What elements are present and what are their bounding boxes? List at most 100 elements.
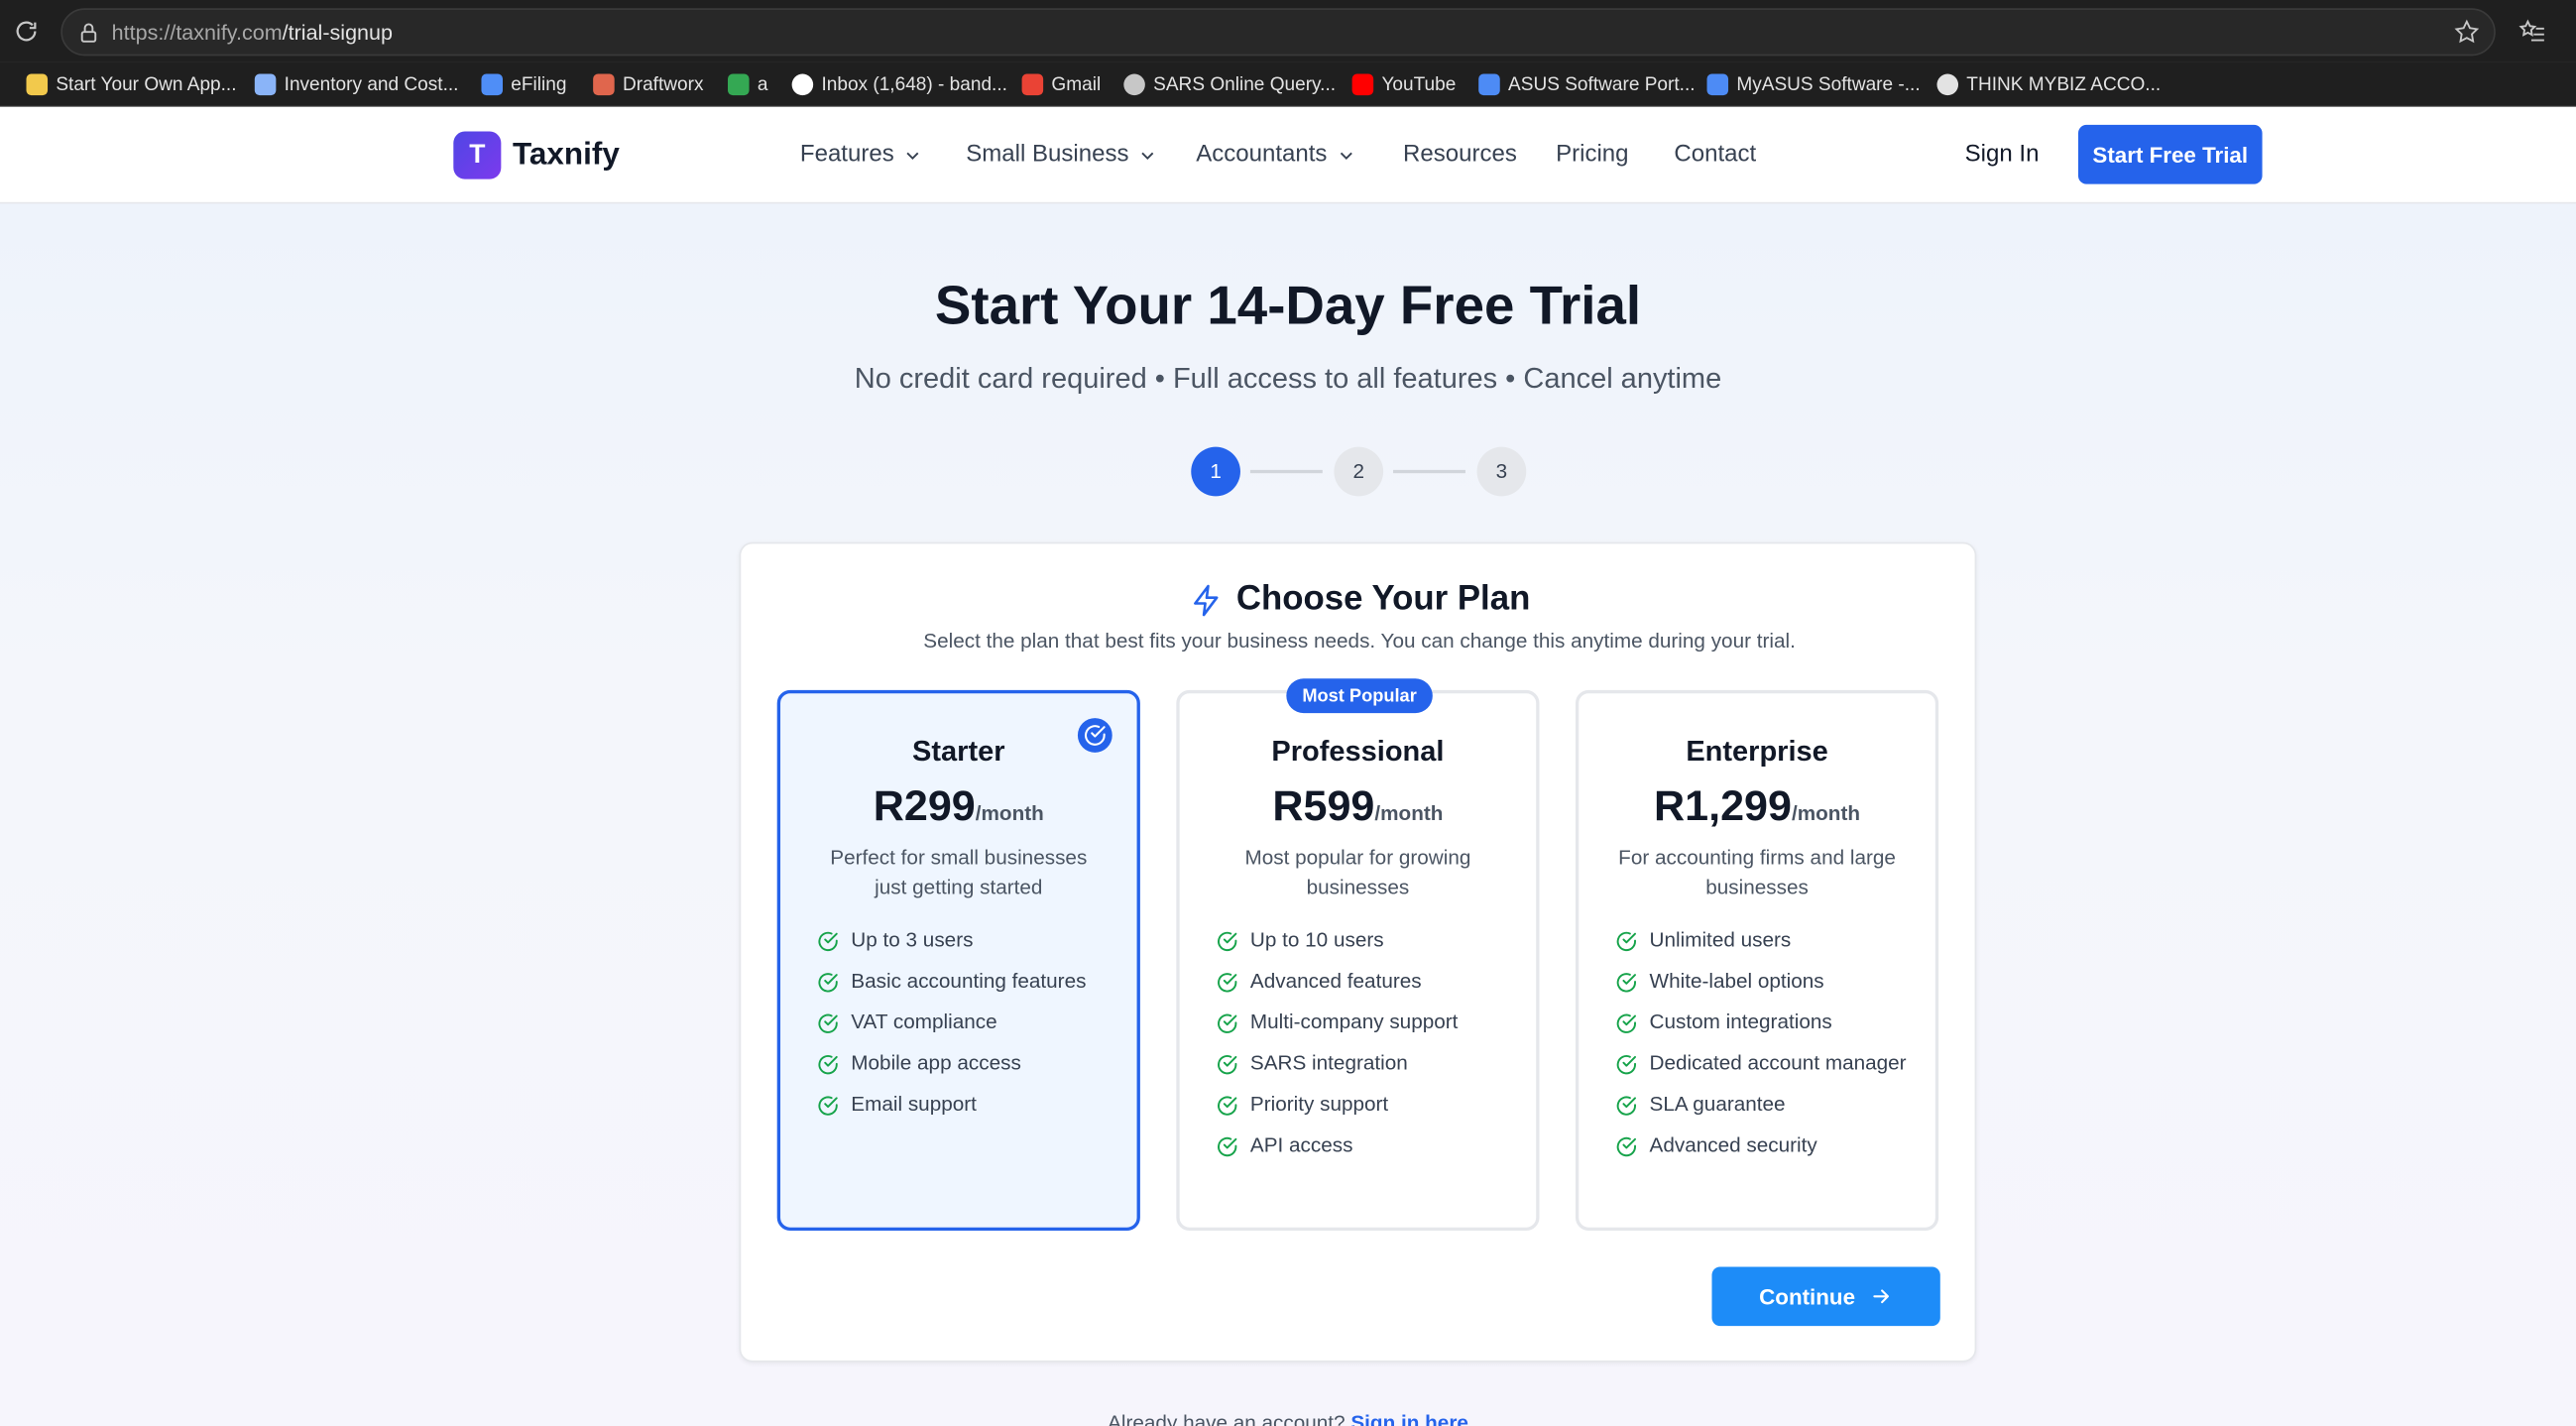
feature-label: Email support — [851, 1092, 977, 1117]
nav-item-contact[interactable]: Contact — [1674, 141, 1756, 168]
nav-item-resources[interactable]: Resources — [1403, 141, 1517, 168]
step-2: 2 — [1334, 446, 1384, 497]
bookmark-item[interactable]: a — [728, 70, 767, 98]
feature-item: Multi-company support — [1216, 1009, 1513, 1036]
google-favicon — [791, 73, 814, 96]
bookmark-item[interactable]: Gmail — [1021, 70, 1102, 98]
card-title-text: Choose Your Plan — [1235, 579, 1531, 618]
reading-list-icon[interactable] — [2518, 18, 2546, 46]
feature-label: Up to 10 users — [1249, 928, 1384, 952]
feature-label: Basic accounting features — [851, 969, 1087, 993]
bookmark-item[interactable]: ASUS Software Port... — [1478, 70, 1696, 98]
plan-description: For accounting firms and large businesse… — [1618, 846, 1896, 899]
feature-label: Priority support — [1249, 1092, 1389, 1117]
reload-icon[interactable] — [13, 18, 40, 45]
most-popular-badge: Most Popular — [1286, 678, 1433, 714]
feature-list: Unlimited users White-label options Custom… — [1615, 926, 1913, 1173]
url-text: https://taxnify.com/trial-signup — [111, 19, 393, 45]
check-circle-icon — [1218, 972, 1237, 992]
check-circle-icon — [1218, 1012, 1237, 1033]
plan-option-starter[interactable]: Starter R299/month Perfect for small busin… — [776, 689, 1140, 1232]
feature-item: Custom integrations — [1615, 1009, 1913, 1036]
bookmark-label: Start Your Own App... — [56, 74, 237, 95]
bookmark-star-icon[interactable] — [2453, 18, 2481, 46]
nav-item-features[interactable]: Features — [800, 141, 922, 168]
bookmark-label: eFiling — [511, 74, 567, 95]
bookmark-item[interactable]: Draftworx — [593, 70, 703, 98]
signin-prompt-text: Already have an account? — [1108, 1411, 1346, 1426]
bookmark-label: Inbox (1,648) - band... — [821, 74, 1007, 95]
bookmark-item[interactable]: Inventory and Cost... — [254, 70, 458, 98]
plan-option-enterprise[interactable]: Enterprise R1,299/month For accounting fir… — [1575, 689, 1939, 1232]
chevron-down-icon — [1340, 151, 1352, 160]
plan-description: Perfect for small businesses just gettin… — [830, 846, 1088, 899]
nav-item-small-business[interactable]: Small Business — [966, 141, 1156, 168]
brand-name[interactable]: Taxnify — [513, 138, 620, 174]
check-circle-icon — [1218, 1136, 1237, 1156]
nav-item-label: Accountants — [1196, 141, 1328, 169]
price-amount: R1,299 — [1654, 780, 1792, 830]
myasus-favicon — [1706, 73, 1729, 96]
nav-item-pricing[interactable]: Pricing — [1556, 141, 1628, 168]
bookmark-item[interactable]: Inbox (1,648) - band... — [791, 70, 1007, 98]
bookmark-label: MyASUS Software -... — [1736, 74, 1921, 95]
bookmark-item[interactable]: MyASUS Software -... — [1706, 70, 1921, 98]
price-period: /month — [1374, 801, 1444, 825]
feature-label: Dedicated account manager — [1649, 1051, 1907, 1075]
address-bar[interactable]: https://taxnify.com/trial-signup — [60, 8, 2496, 57]
feature-label: VAT compliance — [851, 1010, 997, 1034]
globe-favicon — [1123, 73, 1145, 96]
plan-option-professional[interactable]: Most Popular Professional R599/month Most p… — [1176, 678, 1540, 1232]
step-connector — [1249, 469, 1323, 474]
feature-label: Mobile app access — [851, 1051, 1021, 1075]
feature-label: Unlimited users — [1649, 928, 1792, 952]
price-period: /month — [975, 801, 1044, 825]
signin-here-link[interactable]: Sign in here — [1350, 1411, 1468, 1426]
signin-prompt: Already have an account? Sign in here — [0, 1411, 2576, 1426]
continue-label: Continue — [1759, 1283, 1856, 1309]
feature-item: Email support — [816, 1091, 1113, 1119]
plan-description: Most popular for growing businesses — [1244, 846, 1471, 899]
feature-list: Up to 10 users Advanced features Multi-com… — [1216, 926, 1513, 1173]
check-circle-icon — [1616, 1054, 1636, 1074]
feature-label: SARS integration — [1249, 1051, 1408, 1075]
check-circle-icon — [1616, 930, 1636, 951]
bookmark-item[interactable]: eFiling — [481, 70, 566, 98]
gmail-favicon — [1021, 73, 1044, 96]
price-period: /month — [1791, 801, 1861, 825]
step-3: 3 — [1476, 446, 1527, 497]
browser-toolbar: https://taxnify.com/trial-signup — [0, 0, 2576, 62]
bookmark-label: Gmail — [1051, 74, 1102, 95]
check-circle-icon — [818, 972, 838, 992]
check-circle-icon — [1218, 1095, 1237, 1115]
feature-item: Advanced features — [1216, 968, 1513, 996]
step-connector — [1393, 469, 1465, 474]
ac-favicon — [254, 73, 277, 96]
price-amount: R599 — [1272, 780, 1375, 830]
nav-item-label: Features — [799, 141, 894, 169]
feature-item: VAT compliance — [816, 1009, 1113, 1036]
feature-item: Unlimited users — [1615, 926, 1913, 954]
bookmark-item[interactable]: SARS Online Query... — [1123, 70, 1336, 98]
nav-item-accountants[interactable]: Accountants — [1196, 141, 1354, 168]
feature-item: Dedicated account manager — [1615, 1050, 1913, 1078]
bookmark-item[interactable]: Start Your Own App... — [26, 70, 237, 98]
nav-item-label: Small Business — [966, 141, 1129, 169]
bookmark-item[interactable]: YouTube — [1351, 70, 1456, 98]
page-subtitle: No credit card required • Full access to… — [854, 361, 1722, 395]
sign-in-link[interactable]: Sign In — [1965, 141, 2040, 168]
nav-item-label: Pricing — [1556, 141, 1629, 169]
logo-icon[interactable]: T — [453, 131, 502, 179]
continue-button[interactable]: Continue — [1711, 1266, 1940, 1327]
start-free-trial-button[interactable]: Start Free Trial — [2077, 124, 2263, 184]
site-info-icon[interactable] — [77, 22, 100, 45]
feature-item: Mobile app access — [816, 1050, 1113, 1078]
asus-favicon — [1478, 73, 1500, 96]
bookmark-label: ASUS Software Port... — [1508, 74, 1696, 95]
bookmark-item[interactable]: THINK MYBIZ ACCO... — [1936, 70, 2161, 98]
feature-item: Up to 3 users — [816, 926, 1113, 954]
feature-item: Up to 10 users — [1216, 926, 1513, 954]
site-header: T Taxnify Features Small Business Accounta… — [0, 106, 2576, 204]
feature-label: Custom integrations — [1649, 1010, 1832, 1034]
check-circle-icon — [1616, 972, 1636, 992]
